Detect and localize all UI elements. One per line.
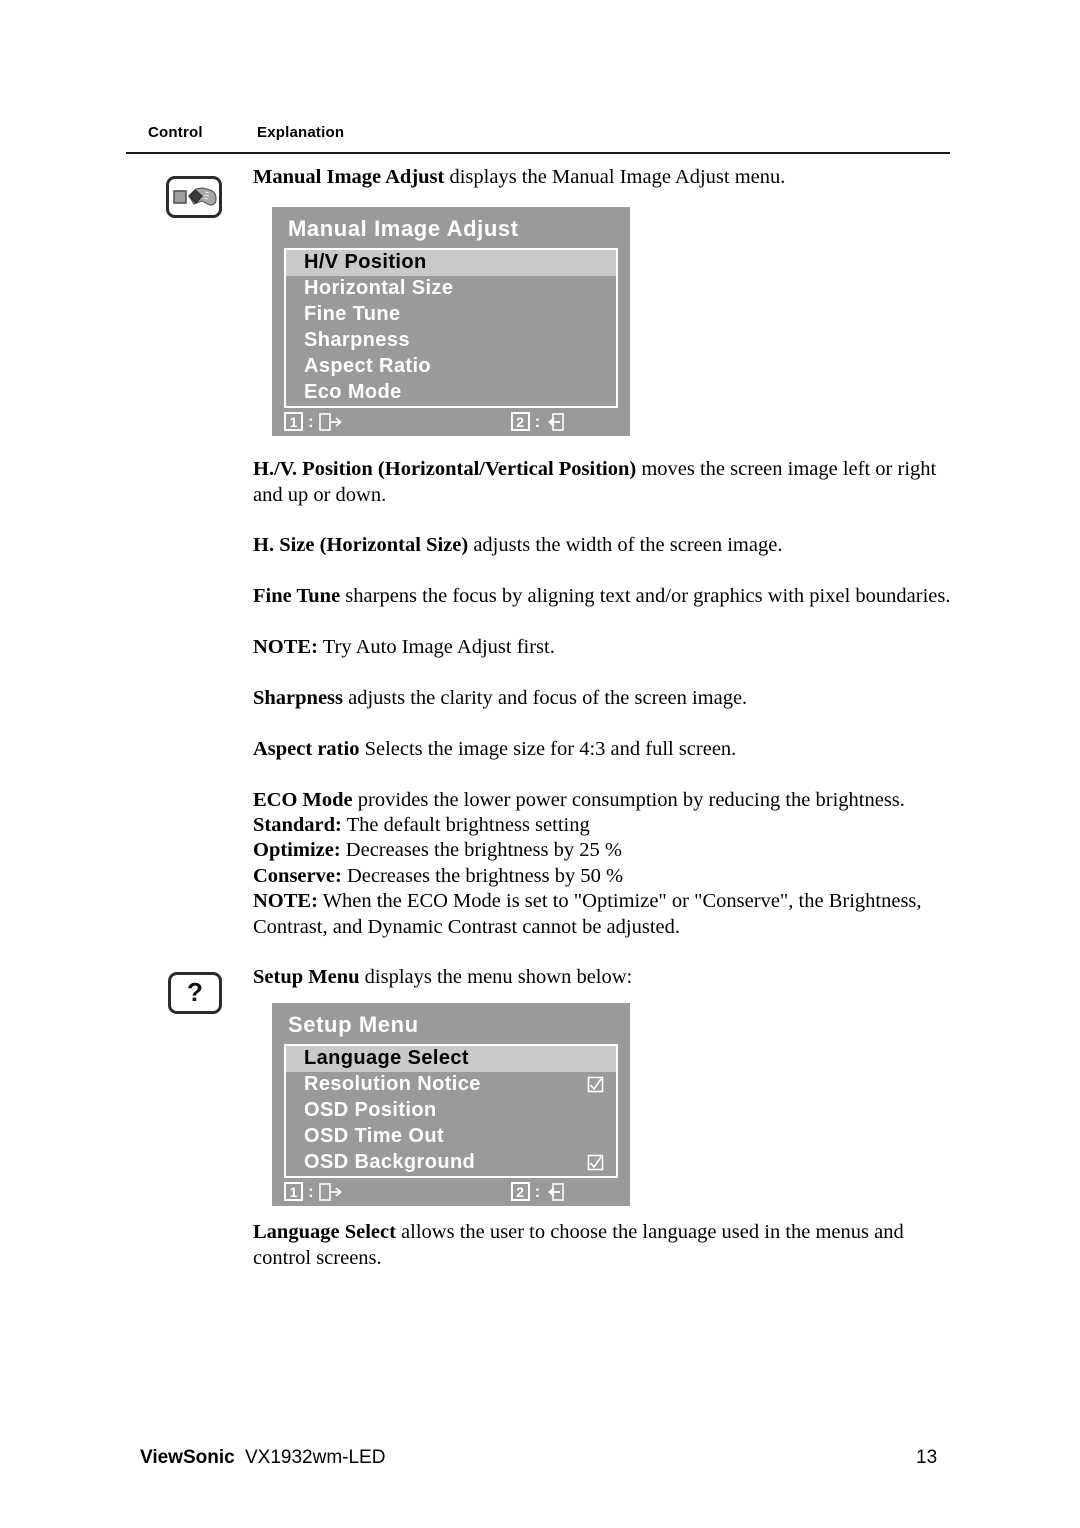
term-conserve: Conserve: [253,865,342,887]
osd-item-label: H/V Position [304,251,427,273]
separator: : [308,1181,314,1201]
paragraph-language-select: Language Select allows the user to choos… [253,1220,965,1271]
osd-item-sharpness[interactable]: Sharpness [286,328,616,354]
osd-footer-key-1: 1 : [284,412,343,432]
osd-item-label: OSD Position [304,1099,437,1121]
paragraph-text: adjusts the clarity and focus of the scr… [343,687,748,709]
term-fine-tune: Fine Tune [253,585,341,607]
manual-page: Control Explanation Manual Image Adjust … [0,0,1080,1528]
paragraph-setup-menu: Setup Menu displays the menu shown below… [253,965,965,991]
osd-item-osd-background[interactable]: OSD Background [286,1150,616,1176]
separator: : [308,411,314,431]
paragraph-horizontal-size: H. Size (Horizontal Size) adjusts the wi… [253,533,965,559]
osd-item-label: Aspect Ratio [304,355,432,377]
osd-item-label: Horizontal Size [304,277,454,299]
osd-title: Manual Image Adjust [288,216,519,241]
checkbox-checked-icon[interactable] [587,1076,604,1093]
footer-page-number: 13 [916,1447,938,1468]
term-sharpness: Sharpness [253,687,344,709]
term-language-select: Language Select [253,1221,396,1243]
osd-item-label: OSD Background [304,1151,476,1173]
osd-item-label: Fine Tune [304,303,401,325]
paragraph-text: Decreases the brightness by 25 % [340,839,622,861]
osd-manual-image-adjust: Manual Image Adjust H/V Position Horizon… [272,207,630,436]
key-1-badge: 1 [284,412,303,431]
header-divider [126,152,950,154]
paragraph-sharpness: Sharpness adjusts the clarity and focus … [253,686,965,712]
checkbox-checked-icon[interactable] [587,1154,604,1171]
osd-footer-key-2: 2 : [510,1181,570,1202]
term-horizontal-size: H. Size (Horizontal Size) [253,534,469,556]
osd-item-aspect-ratio[interactable]: Aspect Ratio [286,354,616,380]
key-2-badge: 2 [510,1182,530,1201]
paragraph-text: provides the lower power consumption by … [352,789,905,811]
footer-model: VX1932wm-LED [245,1447,386,1468]
exit-left-icon [545,1182,569,1202]
exit-right-icon [318,1182,343,1202]
osd-footer-key-2: 2 : [510,411,570,432]
osd-item-list: H/V Position Horizontal Size Fine Tune S… [284,248,618,408]
osd-item-eco-mode[interactable]: Eco Mode [286,380,616,406]
question-mark-icon: ? [168,972,222,1014]
column-header-explanation: Explanation [257,124,345,141]
osd-item-label: Eco Mode [304,381,402,403]
osd-footer-key-1: 1 : [284,1182,343,1202]
osd-item-hv-position[interactable]: H/V Position [286,250,616,276]
osd-item-language-select[interactable]: Language Select [286,1046,616,1072]
paragraph-text: adjusts the width of the screen image. [468,534,783,556]
paragraph-hv-position: H./V. Position (Horizontal/Vertical Posi… [253,457,965,508]
note-label: NOTE: [253,890,318,912]
osd-item-list: Language Select Resolution Notice OSD Po… [284,1044,618,1178]
paragraph-fine-tune: Fine Tune sharpens the focus by aligning… [253,584,965,610]
osd-item-horizontal-size[interactable]: Horizontal Size [286,276,616,302]
paragraph-eco-mode: ECO Mode provides the lower power consum… [253,788,965,814]
paragraph-text: displays the Manual Image Adjust menu. [444,166,786,188]
osd-footer: 1 : 2 : [272,1178,630,1206]
exit-left-icon [545,412,569,432]
paragraph-text: sharpens the focus by aligning text and/… [340,585,951,607]
note-text: When the ECO Mode is set to "Optimize" o… [253,890,922,938]
key-1-badge: 1 [284,1182,303,1201]
paragraph-eco-standard: Standard: The default brightness setting [253,813,965,839]
key-2-badge: 2 [510,412,530,431]
term-aspect-ratio: Aspect ratio [253,738,360,760]
paragraph-eco-note: NOTE: When the ECO Mode is set to "Optim… [253,889,965,940]
osd-item-resolution-notice[interactable]: Resolution Notice [286,1072,616,1098]
paragraph-eco-optimize: Optimize: Decreases the brightness by 25… [253,838,965,864]
paragraph-text: displays the menu shown below: [359,966,633,988]
note-text: Try Auto Image Adjust first. [317,636,555,658]
note-label: NOTE: [253,636,318,658]
osd-item-osd-time-out[interactable]: OSD Time Out [286,1124,616,1150]
osd-item-label: Resolution Notice [304,1073,481,1095]
osd-item-label: Language Select [304,1047,469,1069]
separator: : [534,1181,541,1201]
term-manual-image-adjust: Manual Image Adjust [253,166,445,188]
osd-setup-menu: Setup Menu Language Select Resolution No… [272,1003,630,1206]
osd-footer: 1 : 2 : [272,408,630,436]
separator: : [534,411,541,431]
exit-right-icon [318,412,343,432]
osd-item-osd-position[interactable]: OSD Position [286,1098,616,1124]
paragraph-eco-conserve: Conserve: Decreases the brightness by 50… [253,864,965,890]
osd-title: Setup Menu [288,1012,419,1037]
term-standard: Standard: [253,814,342,836]
term-hv-position: H./V. Position (Horizontal/Vertical Posi… [253,458,637,480]
paragraph-aspect-ratio: Aspect ratio Selects the image size for … [253,737,965,763]
term-optimize: Optimize: [253,839,341,861]
paragraph-manual-image-adjust-intro: Manual Image Adjust displays the Manual … [253,165,965,191]
wrench-square-icon [166,176,222,218]
column-header-control: Control [148,124,203,141]
term-setup-menu: Setup Menu [253,966,360,988]
osd-item-fine-tune[interactable]: Fine Tune [286,302,616,328]
paragraph-fine-tune-note: NOTE: Try Auto Image Adjust first. [253,635,965,661]
question-mark-glyph: ? [187,977,203,1007]
term-eco-mode: ECO Mode [253,789,353,811]
paragraph-text: The default brightness setting [341,814,590,836]
paragraph-text: Decreases the brightness by 50 % [341,865,624,887]
footer-brand: ViewSonic [140,1447,235,1468]
paragraph-text: Selects the image size for 4:3 and full … [359,738,737,760]
osd-item-label: OSD Time Out [304,1125,445,1147]
osd-item-label: Sharpness [304,329,410,351]
